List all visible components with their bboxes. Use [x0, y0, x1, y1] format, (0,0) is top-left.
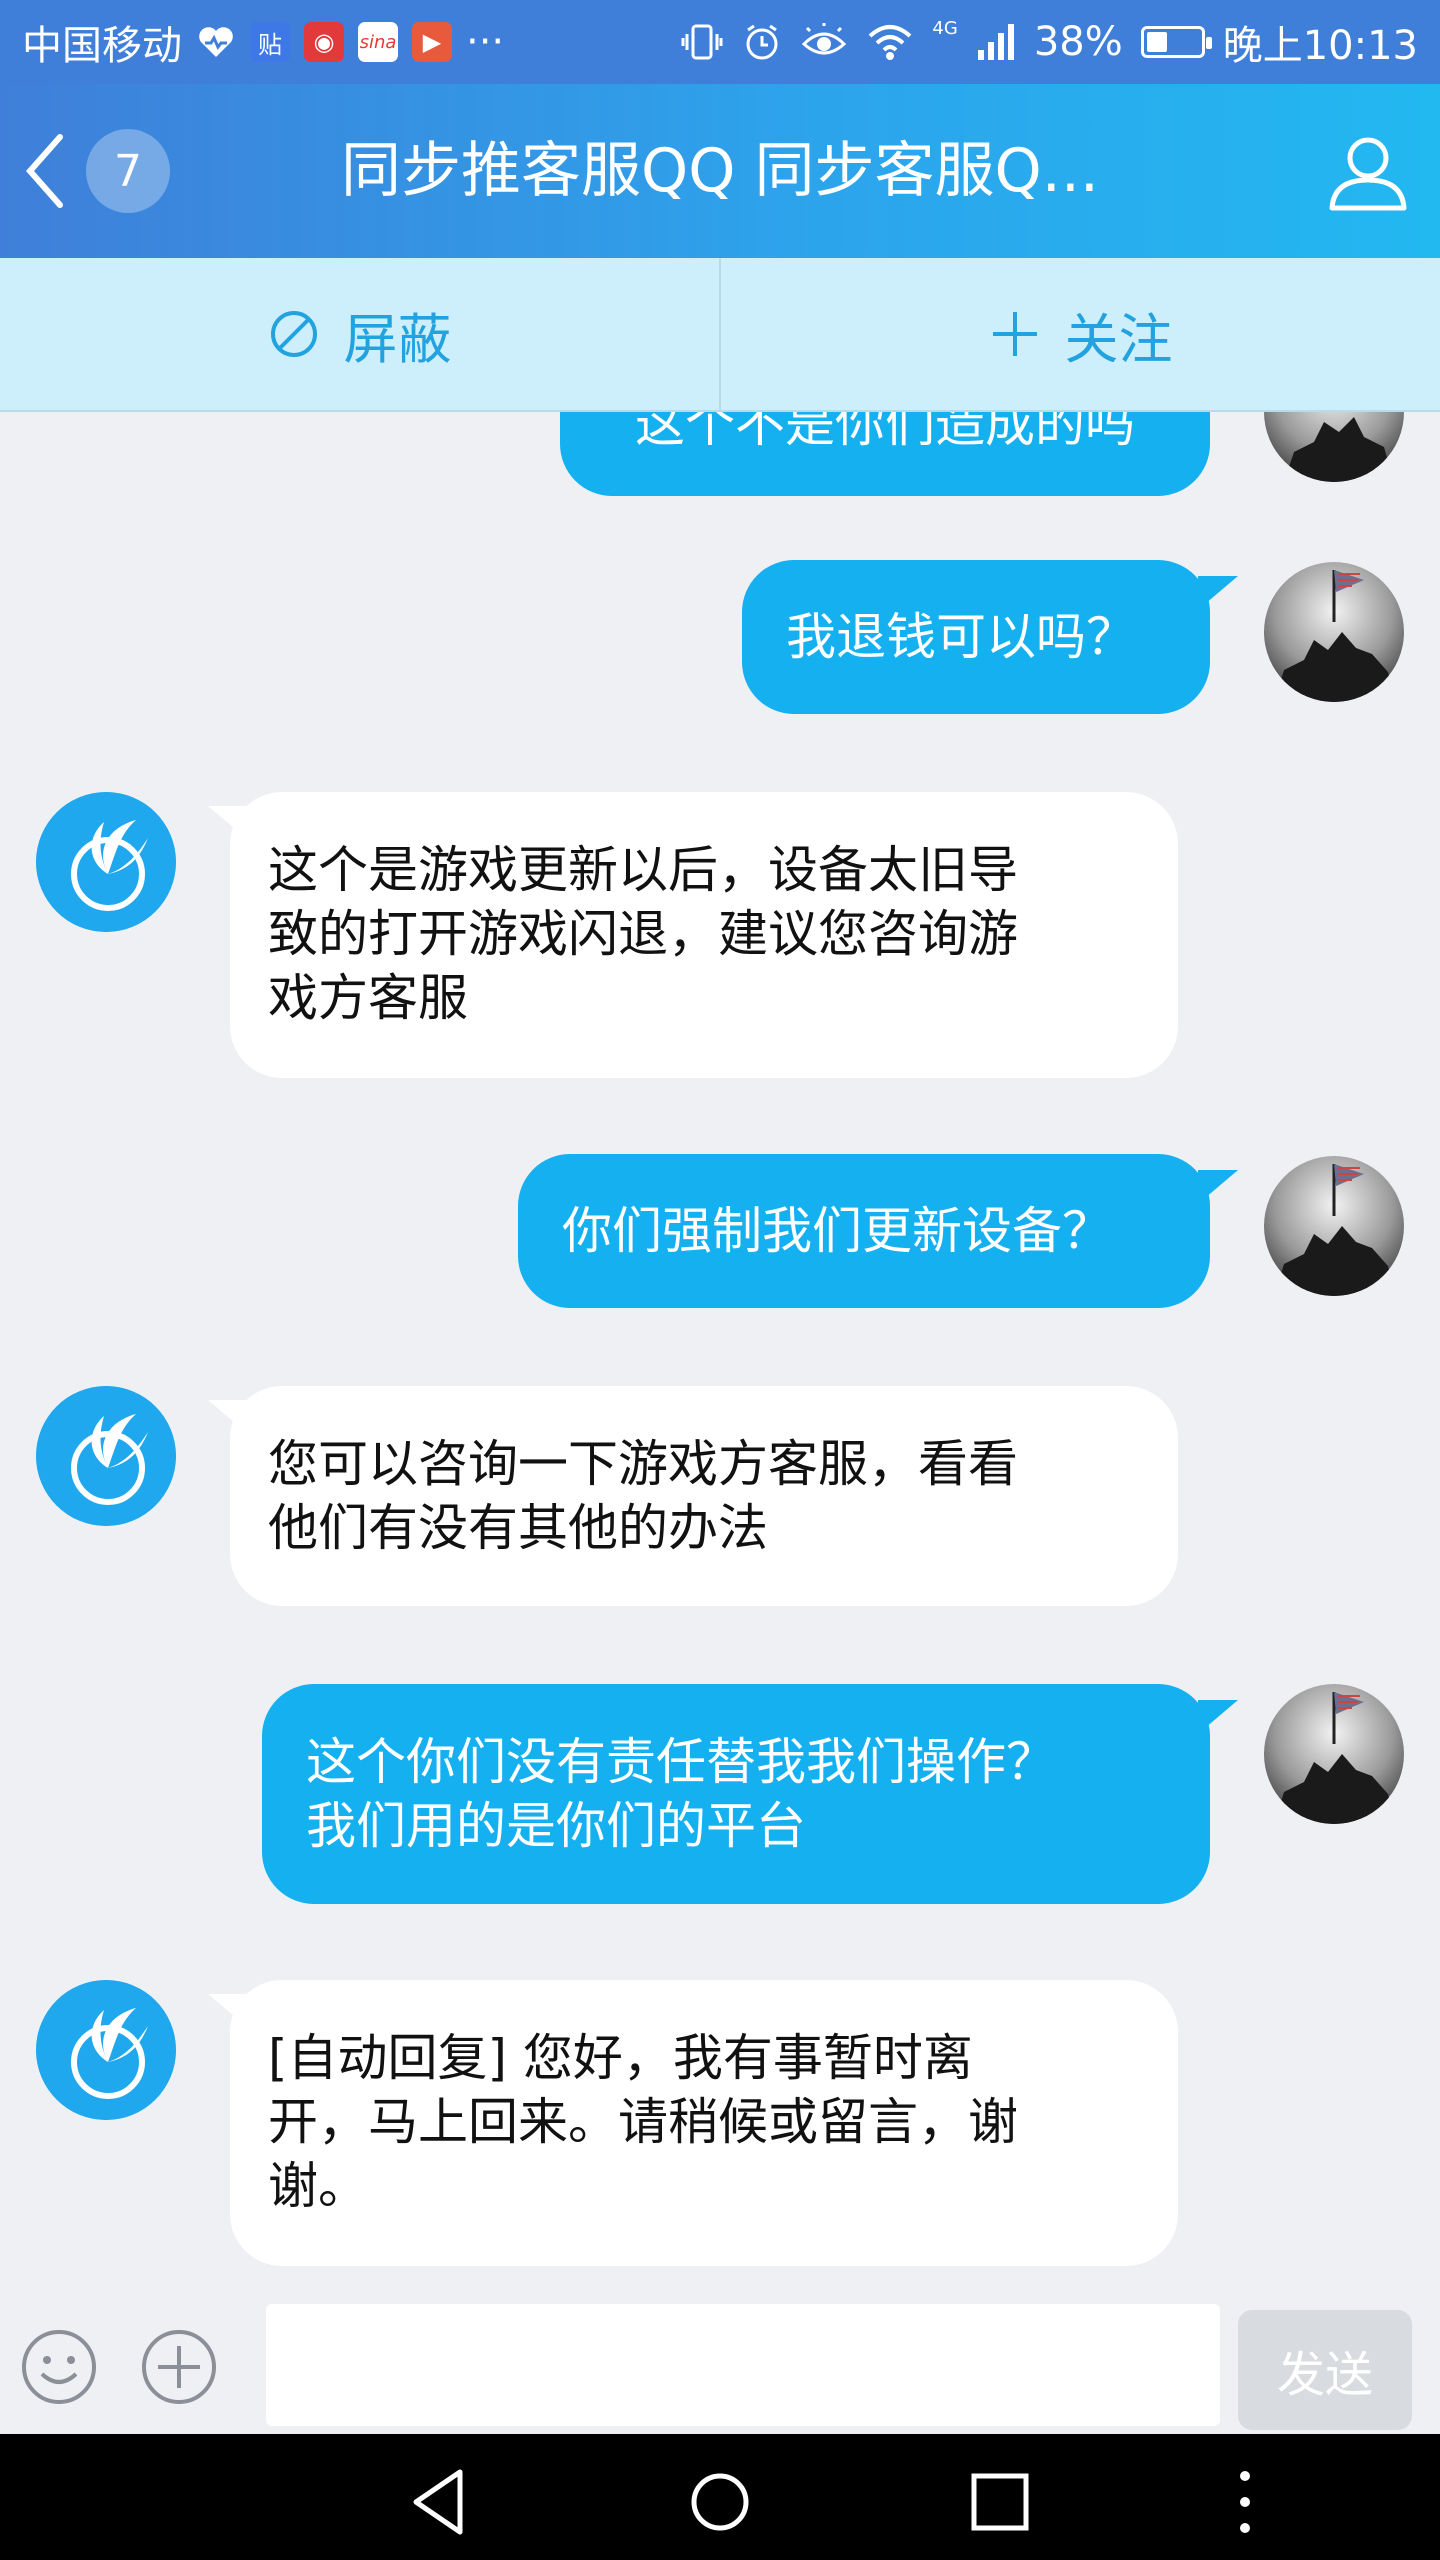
tongbu-logo-icon [36, 1386, 176, 1526]
chat-header: 7 同步推客服QQ 同步客服Q... [0, 84, 1440, 258]
battery-percent: 38% [1033, 19, 1123, 65]
message-line: 您可以咨询一下游戏方客服，看看 [268, 1435, 1018, 1493]
message-line: 他们有没有其他的办法 [268, 1499, 768, 1557]
block-icon [270, 311, 317, 357]
emoji-button[interactable] [20, 2328, 98, 2406]
message-line: 我们用的是你们的平台 [306, 1797, 806, 1855]
bubble-tail [1198, 1170, 1238, 1204]
eye-care-icon [802, 23, 847, 55]
alarm-icon [746, 24, 778, 60]
system-nav-bar [0, 2434, 1440, 2560]
status-left: 中国移动 贴 ◉ sina ▶ ··· [22, 13, 504, 71]
message-text: 你们强制我们更新设备？ [562, 1202, 1112, 1260]
avatar-image [1264, 1684, 1404, 1824]
message-line: 戏方客服 [268, 969, 468, 1027]
user-avatar[interactable] [1264, 1156, 1404, 1296]
nav-recents-button[interactable] [960, 2462, 1040, 2542]
message-line: 致的打开游戏闪退，建议您咨询游 [268, 905, 1018, 963]
nav-back-button[interactable] [400, 2462, 480, 2542]
battery-icon [1140, 26, 1212, 58]
follow-button[interactable]: 关注 [721, 258, 1440, 410]
service-avatar[interactable] [36, 1980, 176, 2120]
message-list[interactable]: 这个不是你们造成的吗 我退钱可以吗？ 这个是游戏更新以后，设备太旧导 致的打开游… [0, 412, 1440, 2292]
message-line: 这个是游戏更新以后，设备太旧导 [268, 841, 1018, 899]
more-button[interactable] [140, 2328, 218, 2406]
message-bubble[interactable]: 你们强制我们更新设备？ [518, 1154, 1210, 1308]
user-avatar[interactable] [1264, 562, 1404, 702]
nav-menu-button[interactable] [1205, 2462, 1285, 2542]
carrier-name: 中国移动 [22, 23, 182, 69]
service-avatar[interactable] [36, 1386, 176, 1526]
network-type: 4G [932, 17, 958, 39]
avatar-image [1264, 1156, 1404, 1296]
message-bubble[interactable]: 我退钱可以吗？ [742, 560, 1210, 714]
avatar-image [1264, 562, 1404, 702]
vibrate-icon [681, 24, 723, 60]
service-avatar[interactable] [36, 792, 176, 932]
action-bar: 屏蔽 关注 [0, 258, 1440, 412]
bubble-tail [1198, 576, 1238, 610]
video-app-icon: ▶ [412, 22, 452, 62]
unread-badge: 7 [86, 129, 170, 213]
signal-icon [977, 24, 1014, 60]
message-text: 这个不是你们造成的吗 [635, 412, 1135, 453]
health-heart-icon [196, 22, 236, 62]
message-line: [自动回复] 您好，我有事暂时离 [268, 2029, 973, 2087]
block-button[interactable]: 屏蔽 [0, 258, 719, 410]
message-bubble[interactable]: [自动回复] 您好，我有事暂时离 开，马上回来。请稍候或留言，谢 谢。 [230, 1980, 1178, 2266]
user-avatar[interactable] [1264, 412, 1404, 482]
send-button[interactable]: 发送 [1238, 2310, 1412, 2430]
battery-level [1146, 32, 1167, 52]
wifi-icon [869, 25, 912, 60]
smiley-icon [22, 2330, 96, 2404]
message-line: 这个你们没有责任替我我们操作？ [306, 1733, 1056, 1791]
message-bubble[interactable]: 这个你们没有责任替我我们操作？ 我们用的是你们的平台 [262, 1684, 1210, 1904]
message-line: 开，马上回来。请稍候或留言，谢 [268, 2093, 1018, 2151]
chat-title: 同步推客服QQ 同步客服Q... [341, 136, 1099, 206]
message-input[interactable] [266, 2304, 1220, 2426]
message-bubble[interactable]: 这个是游戏更新以后，设备太旧导 致的打开游戏闪退，建议您咨询游 戏方客服 [230, 792, 1178, 1078]
block-label: 屏蔽 [343, 307, 452, 371]
nav-home-button[interactable] [680, 2462, 760, 2542]
sina-app-icon: sina [358, 22, 398, 62]
profile-button[interactable] [1326, 130, 1410, 214]
message-text: 我退钱可以吗？ [786, 608, 1136, 666]
tongbu-logo-icon [36, 1980, 176, 2120]
back-button[interactable]: 7 [22, 128, 182, 214]
message-bubble[interactable]: 您可以咨询一下游戏方客服，看看 他们有没有其他的办法 [230, 1386, 1178, 1606]
follow-label: 关注 [1064, 307, 1173, 371]
clock: 晚上10:13 [1222, 23, 1418, 69]
more-notifications: ··· [466, 19, 505, 65]
status-bar: 中国移动 贴 ◉ sina ▶ ··· 4G 38% 晚上10:13 [0, 0, 1440, 84]
person-icon [1329, 137, 1407, 211]
plus-icon [992, 312, 1037, 356]
composer-bar: 发送 [0, 2292, 1440, 2434]
weibo-app-icon: ◉ [304, 22, 344, 62]
chevron-left-icon [25, 134, 63, 208]
bubble-tail [1198, 1700, 1238, 1734]
tieba-app-icon: 贴 [250, 22, 290, 62]
plus-circle-icon [142, 2330, 216, 2404]
message-bubble[interactable]: 这个不是你们造成的吗 [560, 412, 1210, 496]
status-right: 4G 38% 晚上10:13 [680, 13, 1418, 71]
message-line: 谢。 [268, 2157, 368, 2215]
user-avatar[interactable] [1264, 1684, 1404, 1824]
tongbu-logo-icon [36, 792, 176, 932]
